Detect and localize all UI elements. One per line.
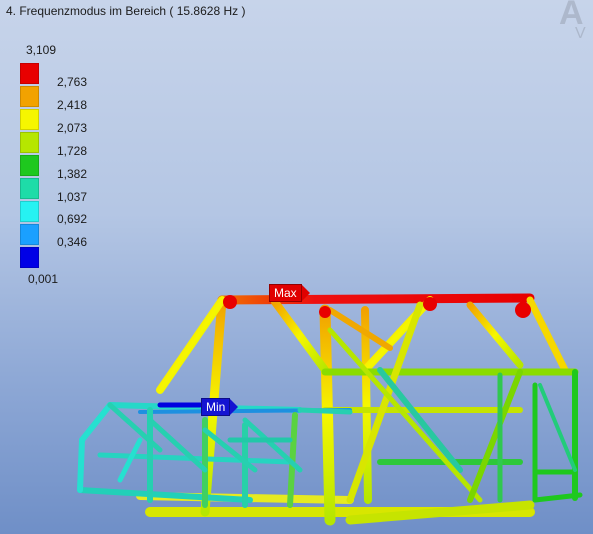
max-marker[interactable]: Max	[269, 284, 310, 302]
max-marker-arrow-icon	[301, 285, 310, 301]
min-marker[interactable]: Min	[201, 398, 239, 416]
min-marker-label: Min	[201, 398, 231, 416]
min-marker-arrow-icon	[230, 399, 239, 415]
max-marker-label: Max	[269, 284, 302, 302]
frame-model-view[interactable]	[0, 0, 593, 534]
